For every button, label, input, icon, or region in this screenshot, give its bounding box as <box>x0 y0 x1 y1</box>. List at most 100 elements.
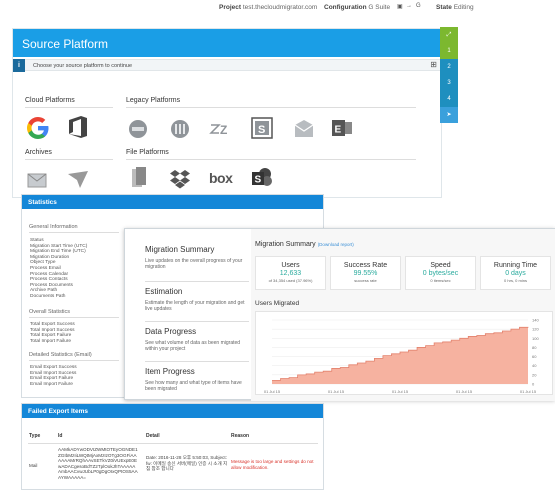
detailed-statistics-title: Detailed Statistics (Email) <box>29 352 92 358</box>
source-platform-info-bar: i Choose your source platform to continu… <box>13 59 441 72</box>
exchange-logo-icon[interactable]: E <box>331 117 353 139</box>
divider <box>28 443 318 444</box>
divider <box>29 317 119 318</box>
detailed-item: Email Import Failure <box>30 381 73 387</box>
step-2[interactable]: 2 <box>440 59 458 75</box>
x-tick-label: 01 Jul 15 <box>520 389 537 394</box>
project-info: Project test.thecloudmigrator.com <box>219 4 317 11</box>
sharepoint-server-logo-icon[interactable]: S <box>251 117 273 139</box>
users-migrated-chart-box: 0 20 40 60 80 100 120 140 01 Jul 15 01 Jul 15 01 J… <box>255 311 553 395</box>
configuration-info: Configuration G Suite <box>324 4 390 11</box>
lotus-logo-icon[interactable] <box>128 119 148 139</box>
row-id: AAMkADYwODVIZWMtOTEyOGNDE1ZGIbMzIiLWQtMj… <box>58 447 138 480</box>
row-type: Mail <box>29 463 38 468</box>
step-3[interactable]: 3 <box>440 75 458 91</box>
google-logo-icon[interactable] <box>25 115 51 141</box>
users-migrated-area <box>272 326 528 384</box>
sharepoint-online-logo-icon[interactable]: S <box>251 167 273 189</box>
general-information-list: Status Migration Start Time (UTC) Migratio… <box>30 238 87 300</box>
y-tick-label: 80 <box>532 345 537 350</box>
svg-text:E: E <box>335 125 342 136</box>
configuration-label: Configuration <box>324 4 367 11</box>
nav-description: Estimate the length of your migration an… <box>145 300 245 312</box>
nav-item-progress[interactable]: Item Progress See how many and what type… <box>145 367 249 392</box>
card-subtext: success rate <box>354 278 377 283</box>
svg-text:S: S <box>258 124 265 136</box>
project-value: test.thecloudmigrator.com <box>242 4 318 11</box>
mail-archive-logo-icon[interactable] <box>27 170 47 190</box>
nav-migration-summary[interactable]: Migration Summary Live updates on the ov… <box>145 245 249 270</box>
card-title: Running Time <box>493 262 538 269</box>
x-tick-label: 01 Jul 15 <box>456 389 473 394</box>
cloud-platforms-title: Cloud Platforms <box>25 97 75 104</box>
y-tick-label: 0 <box>532 382 535 387</box>
card-subtext: 0 hrs, 0 mins <box>504 278 527 283</box>
office-logo-icon[interactable] <box>67 115 89 139</box>
summary-title-text: Migration Summary <box>255 241 316 248</box>
archives-title: Archives <box>25 149 52 156</box>
launch-icon: ➤ <box>446 112 452 118</box>
speed-card: Speed 0 bytes/sec 0 items/sec <box>405 256 476 290</box>
running-time-card: Running Time 0 days 0 hrs, 0 mins <box>480 256 551 290</box>
step-1[interactable]: 1 <box>440 43 458 59</box>
configuration-value: G Suite <box>368 4 391 11</box>
divider <box>29 232 119 233</box>
divider <box>25 107 113 108</box>
nav-description: See how many and what type of items have… <box>145 380 242 392</box>
nav-data-progress[interactable]: Data Progress See what volume of data as… <box>145 327 249 352</box>
state-label: State <box>436 4 452 11</box>
detailed-statistics-list: Email Export Success Email Import Success… <box>30 365 77 387</box>
state-info: State Editing <box>436 4 474 11</box>
card-value: 12,633 <box>279 270 302 277</box>
detailed-item: Email Export Failure <box>30 376 74 382</box>
users-migrated-title: Users Migrated <box>255 300 300 307</box>
card-title: Users <box>281 262 300 269</box>
column-header-detail: Detail <box>146 433 160 439</box>
card-value: 99.55% <box>353 270 378 277</box>
step-1-label: 1 <box>447 48 451 54</box>
overall-item: Total Import Failure <box>30 338 72 344</box>
y-tick-label: 100 <box>532 336 539 341</box>
step-expand[interactable]: ⤢ <box>440 27 458 43</box>
svg-text:S: S <box>255 175 262 186</box>
send-archive-logo-icon[interactable] <box>67 170 89 190</box>
overall-statistics-list: Total Export Success Total Import Success… <box>30 322 75 344</box>
state-value: Editing <box>453 4 474 11</box>
nav-estimation[interactable]: Estimation Estimate the length of your m… <box>145 287 249 312</box>
file-server-logo-icon[interactable] <box>130 167 148 189</box>
expand-icon[interactable]: ⊞ <box>430 61 437 69</box>
row-reason: Message is too large and settings do not… <box>231 459 314 470</box>
y-tick-label: 40 <box>532 363 537 368</box>
column-header-reason: Reason <box>231 433 250 439</box>
general-information-title: General Information <box>29 224 78 230</box>
divider <box>145 361 249 362</box>
google-icon: G <box>416 3 421 9</box>
divider <box>145 281 249 282</box>
nav-title: Migration Summary <box>145 245 215 254</box>
archive-server-logo-icon[interactable] <box>170 119 190 139</box>
mail-server-logo-icon[interactable] <box>293 119 315 139</box>
migration-summary-main: Migration Summary (Download report) Users… <box>251 229 555 401</box>
y-tick-label: 20 <box>532 372 537 377</box>
step-4[interactable]: 4 <box>440 91 458 107</box>
failed-export-panel: Failed Export Items Type Id Detail Reaso… <box>21 403 324 490</box>
x-tick-label: 01 Jul 15 <box>328 389 345 394</box>
detailed-item: Email Export Success <box>30 365 77 370</box>
column-header-type: Type <box>29 433 41 439</box>
dropbox-logo-icon[interactable] <box>169 169 191 189</box>
download-report-link[interactable]: (Download report) <box>318 242 354 247</box>
divider <box>126 159 416 160</box>
divider <box>25 159 113 160</box>
users-migrated-chart: 0 20 40 60 80 100 120 140 01 Jul 15 01 Jul 15 01 J… <box>264 318 540 395</box>
zimbra-logo-icon[interactable]: Z <box>209 119 233 139</box>
step-launch[interactable]: ➤ <box>440 107 458 123</box>
nav-description: Live updates on the overall progress of … <box>145 258 243 270</box>
source-icon: ▣ <box>397 4 403 10</box>
source-platform-header: Source Platform <box>13 29 441 57</box>
box-logo-icon[interactable]: box <box>209 170 233 186</box>
card-subtext: 0 items/sec <box>430 278 451 283</box>
failed-export-header: Failed Export Items <box>22 404 323 418</box>
step-2-label: 2 <box>447 64 451 70</box>
project-label: Project <box>219 4 242 11</box>
y-tick-label: 60 <box>532 354 537 359</box>
